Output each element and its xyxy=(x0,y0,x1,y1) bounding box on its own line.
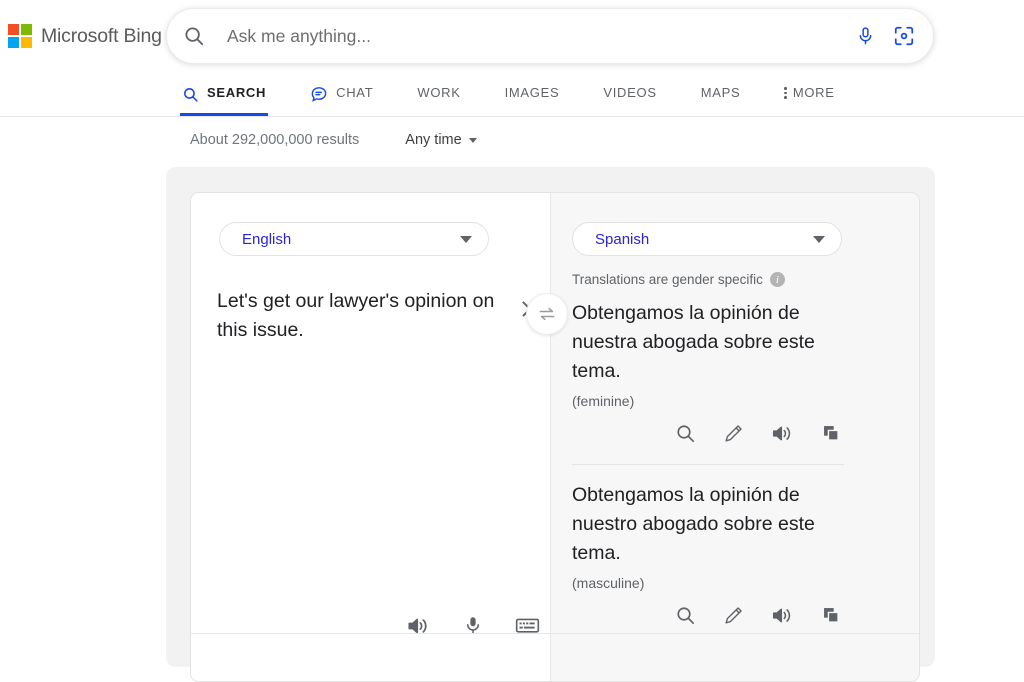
tab-label: CHAT xyxy=(336,86,373,102)
tab-images[interactable]: IMAGES xyxy=(505,72,560,116)
results-bar: About 292,000,000 results Any time xyxy=(0,117,1024,162)
source-language-dropdown[interactable]: English xyxy=(219,222,489,256)
translation-tools xyxy=(572,605,844,626)
search-input[interactable] xyxy=(227,26,856,47)
vertical-nav-tabs: SEARCH CHAT WORK IMAGES VIDEOS MAPS MORE xyxy=(0,72,1024,117)
translation-gender-label: (feminine) xyxy=(572,393,844,409)
chevron-down-icon xyxy=(813,236,825,243)
tab-work[interactable]: WORK xyxy=(417,72,460,116)
tab-more[interactable]: MORE xyxy=(784,72,834,116)
swap-languages-icon xyxy=(537,304,557,324)
source-pane: English Let's get our lawyer's opinion o… xyxy=(191,193,551,681)
search-icon[interactable] xyxy=(675,423,696,444)
gender-specific-note: Translations are gender specific i xyxy=(572,272,785,287)
copy-icon[interactable] xyxy=(821,423,842,444)
card-bottom-divider xyxy=(191,633,919,634)
chevron-down-icon xyxy=(469,138,477,143)
search-box[interactable] xyxy=(166,8,934,64)
translation-result-feminine: Obtengamos la opinión de nuestra abogada… xyxy=(572,299,844,444)
info-icon[interactable]: i xyxy=(770,272,785,287)
tab-chat[interactable]: CHAT xyxy=(310,72,373,116)
search-icon xyxy=(182,86,199,103)
translation-divider xyxy=(572,464,844,465)
copy-icon[interactable] xyxy=(821,605,842,626)
target-language-dropdown[interactable]: Spanish xyxy=(572,222,842,256)
tab-search[interactable]: SEARCH xyxy=(182,72,266,116)
brand-name-label: Microsoft Bing xyxy=(41,25,162,48)
source-text-area[interactable]: Let's get our lawyer's opinion on this i… xyxy=(217,287,507,345)
microphone-icon[interactable] xyxy=(856,25,875,47)
translation-result-masculine: Obtengamos la opinión de nuestro abogado… xyxy=(572,481,844,626)
time-filter-label: Any time xyxy=(405,132,461,148)
swap-languages-button[interactable] xyxy=(526,293,568,335)
speaker-icon[interactable] xyxy=(771,423,794,444)
tab-label: MAPS xyxy=(701,86,741,102)
tab-label: VIDEOS xyxy=(603,86,656,102)
pencil-icon[interactable] xyxy=(723,423,744,444)
pencil-icon[interactable] xyxy=(723,605,744,626)
gender-note-label: Translations are gender specific xyxy=(572,272,763,287)
tab-label: WORK xyxy=(417,86,460,102)
page-header: Microsoft Bing xyxy=(0,0,1024,72)
results-count-label: About 292,000,000 results xyxy=(190,132,359,148)
time-filter-dropdown[interactable]: Any time xyxy=(405,132,476,148)
tab-videos[interactable]: VIDEOS xyxy=(603,72,656,116)
translation-text: Obtengamos la opinión de nuestra abogada… xyxy=(572,299,844,386)
tab-label: IMAGES xyxy=(505,86,560,102)
bing-brand-logo[interactable]: Microsoft Bing xyxy=(8,24,168,48)
speaker-icon[interactable] xyxy=(771,605,794,626)
translation-text: Obtengamos la opinión de nuestro abogado… xyxy=(572,481,844,568)
translator-widget-shell: English Let's get our lawyer's opinion o… xyxy=(166,167,935,667)
translation-tools xyxy=(572,423,844,444)
tab-label: SEARCH xyxy=(207,86,266,102)
translator-card: English Let's get our lawyer's opinion o… xyxy=(190,192,920,682)
search-icon[interactable] xyxy=(675,605,696,626)
source-language-label: English xyxy=(242,231,291,248)
translation-gender-label: (masculine) xyxy=(572,575,844,591)
source-text: Let's get our lawyer's opinion on this i… xyxy=(217,287,507,345)
microsoft-logo-icon xyxy=(8,24,32,48)
search-icon xyxy=(183,25,205,47)
kebab-menu-icon xyxy=(784,87,787,101)
target-pane: Spanish Translations are gender specific… xyxy=(551,193,919,681)
chevron-down-icon xyxy=(460,236,472,243)
chat-bubble-icon xyxy=(310,85,328,103)
tab-maps[interactable]: MAPS xyxy=(701,72,741,116)
target-language-label: Spanish xyxy=(595,231,649,248)
tab-label: MORE xyxy=(793,86,835,102)
visual-search-icon[interactable] xyxy=(893,25,915,47)
